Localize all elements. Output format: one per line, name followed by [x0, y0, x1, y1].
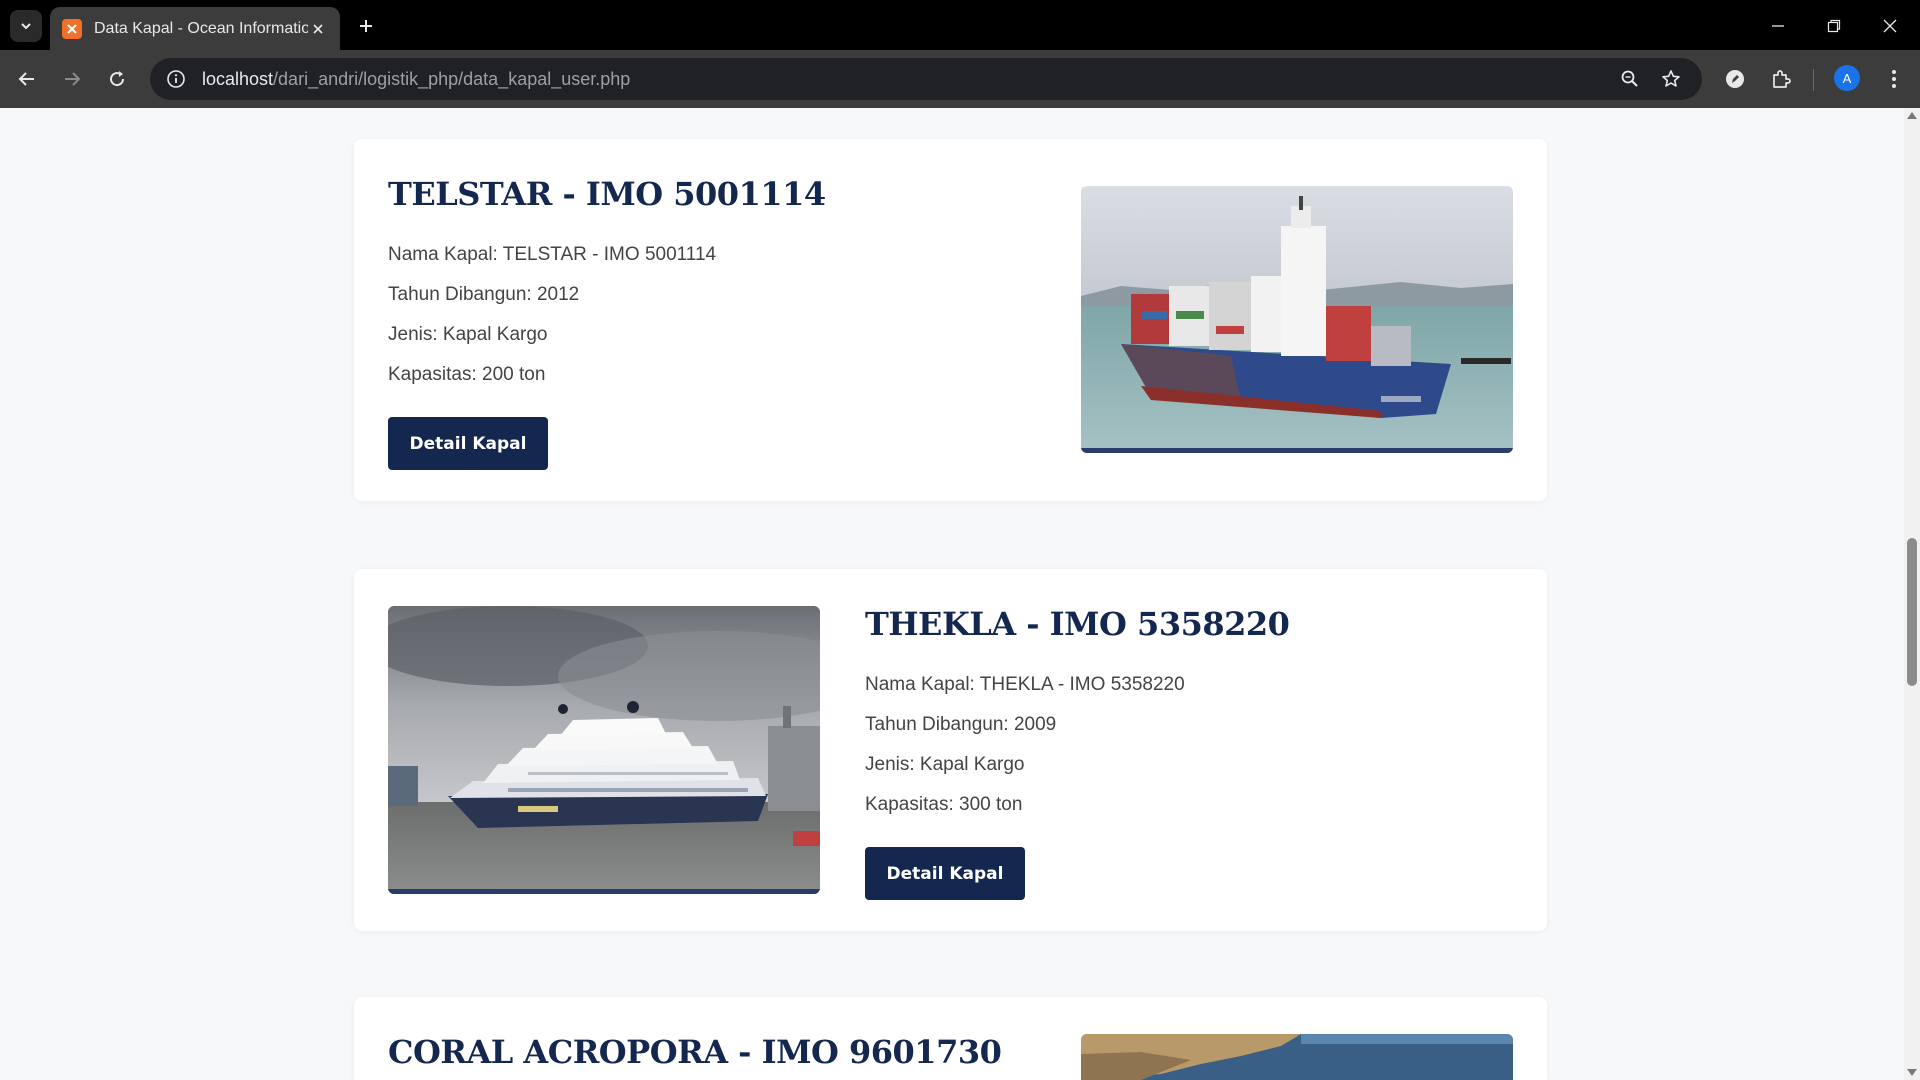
ship-name-row: Nama Kapal: TELSTAR - IMO 5001114: [388, 244, 717, 265]
extensions-puzzle-icon[interactable]: [1765, 63, 1797, 95]
forward-arrow-icon[interactable]: [56, 63, 88, 95]
menu-kebab-icon[interactable]: [1878, 63, 1910, 95]
browser-tab-active[interactable]: Data Kapal - Ocean Information: [50, 7, 340, 50]
back-arrow-icon[interactable]: [11, 63, 43, 95]
bookmark-star-icon[interactable]: [1655, 63, 1687, 95]
tab-close-icon[interactable]: [308, 19, 328, 39]
chevron-down-icon: [21, 23, 31, 30]
scroll-up-arrow-icon[interactable]: [1907, 112, 1917, 119]
address-bar[interactable]: localhost/dari_andri/logistik_php/data_k…: [150, 58, 1702, 100]
ship-info-list: Nama Kapal: THEKLA - IMO 5358220 Tahun D…: [865, 665, 1289, 825]
ship-info-list: Nama Kapal: TELSTAR - IMO 5001114 Tahun …: [388, 235, 826, 395]
close-window-icon[interactable]: [1874, 10, 1906, 42]
tab-title: Data Kapal - Ocean Information: [94, 19, 308, 37]
ship-type-row: Jenis: Kapal Kargo: [865, 754, 1025, 775]
ship-title: TELSTAR - IMO 5001114: [388, 175, 826, 213]
toolbar-separator: [1813, 69, 1814, 91]
extension-pen-icon[interactable]: [1719, 63, 1751, 95]
site-info-icon[interactable]: [164, 67, 188, 91]
ship-card: CORAL ACROPORA - IMO 9601730: [354, 997, 1547, 1080]
url-text: localhost/dari_andri/logistik_php/data_k…: [202, 69, 630, 90]
url-path: /dari_andri/logistik_php/data_kapal_user…: [273, 68, 631, 89]
ship-type-row: Jenis: Kapal Kargo: [388, 324, 548, 345]
ship-year-row: Tahun Dibangun: 2012: [388, 284, 580, 305]
ship-name-row: Nama Kapal: THEKLA - IMO 5358220: [865, 674, 1185, 695]
url-host: localhost: [202, 68, 274, 89]
ship-details: TELSTAR - IMO 5001114 Nama Kapal: TELSTA…: [388, 175, 826, 470]
browser-toolbar: localhost/dari_andri/logistik_php/data_k…: [0, 50, 1920, 108]
scrollbar-thumb[interactable]: [1907, 538, 1917, 686]
browser-titlebar: Data Kapal - Ocean Information: [0, 0, 1920, 50]
ship-year-row: Tahun Dibangun: 2009: [865, 714, 1057, 735]
tab-search-button[interactable]: [10, 10, 42, 42]
ship-photo-coast: [1081, 1034, 1513, 1080]
profile-avatar[interactable]: A: [1834, 65, 1860, 91]
reload-icon[interactable]: [101, 63, 133, 95]
ship-capacity-row: Kapasitas: 300 ton: [865, 794, 1023, 815]
ship-title: THEKLA - IMO 5358220: [865, 605, 1290, 643]
ship-photo-cargo: [1081, 186, 1513, 453]
new-tab-plus-icon[interactable]: [352, 12, 380, 40]
scroll-down-arrow-icon[interactable]: [1907, 1069, 1917, 1076]
restore-icon[interactable]: [1818, 10, 1850, 42]
zoom-icon[interactable]: [1614, 63, 1646, 95]
ship-capacity-row: Kapasitas: 200 ton: [388, 364, 546, 385]
ship-card: THEKLA - IMO 5358220 Nama Kapal: THEKLA …: [354, 569, 1547, 931]
ship-card: TELSTAR - IMO 5001114 Nama Kapal: TELSTA…: [354, 139, 1547, 501]
ship-photo-cruise: [388, 606, 820, 894]
page-scrollbar[interactable]: [1904, 108, 1920, 1080]
ship-details: CORAL ACROPORA - IMO 9601730: [388, 1033, 1002, 1071]
ship-title: CORAL ACROPORA - IMO 9601730: [388, 1033, 1002, 1071]
ship-details: THEKLA - IMO 5358220 Nama Kapal: THEKLA …: [865, 605, 1290, 900]
minimize-icon[interactable]: [1762, 10, 1794, 42]
xampp-favicon-icon: [62, 18, 82, 39]
page-viewport: TELSTAR - IMO 5001114 Nama Kapal: TELSTA…: [0, 108, 1904, 1080]
detail-kapal-button[interactable]: Detail Kapal: [865, 847, 1025, 900]
detail-kapal-button[interactable]: Detail Kapal: [388, 417, 548, 470]
